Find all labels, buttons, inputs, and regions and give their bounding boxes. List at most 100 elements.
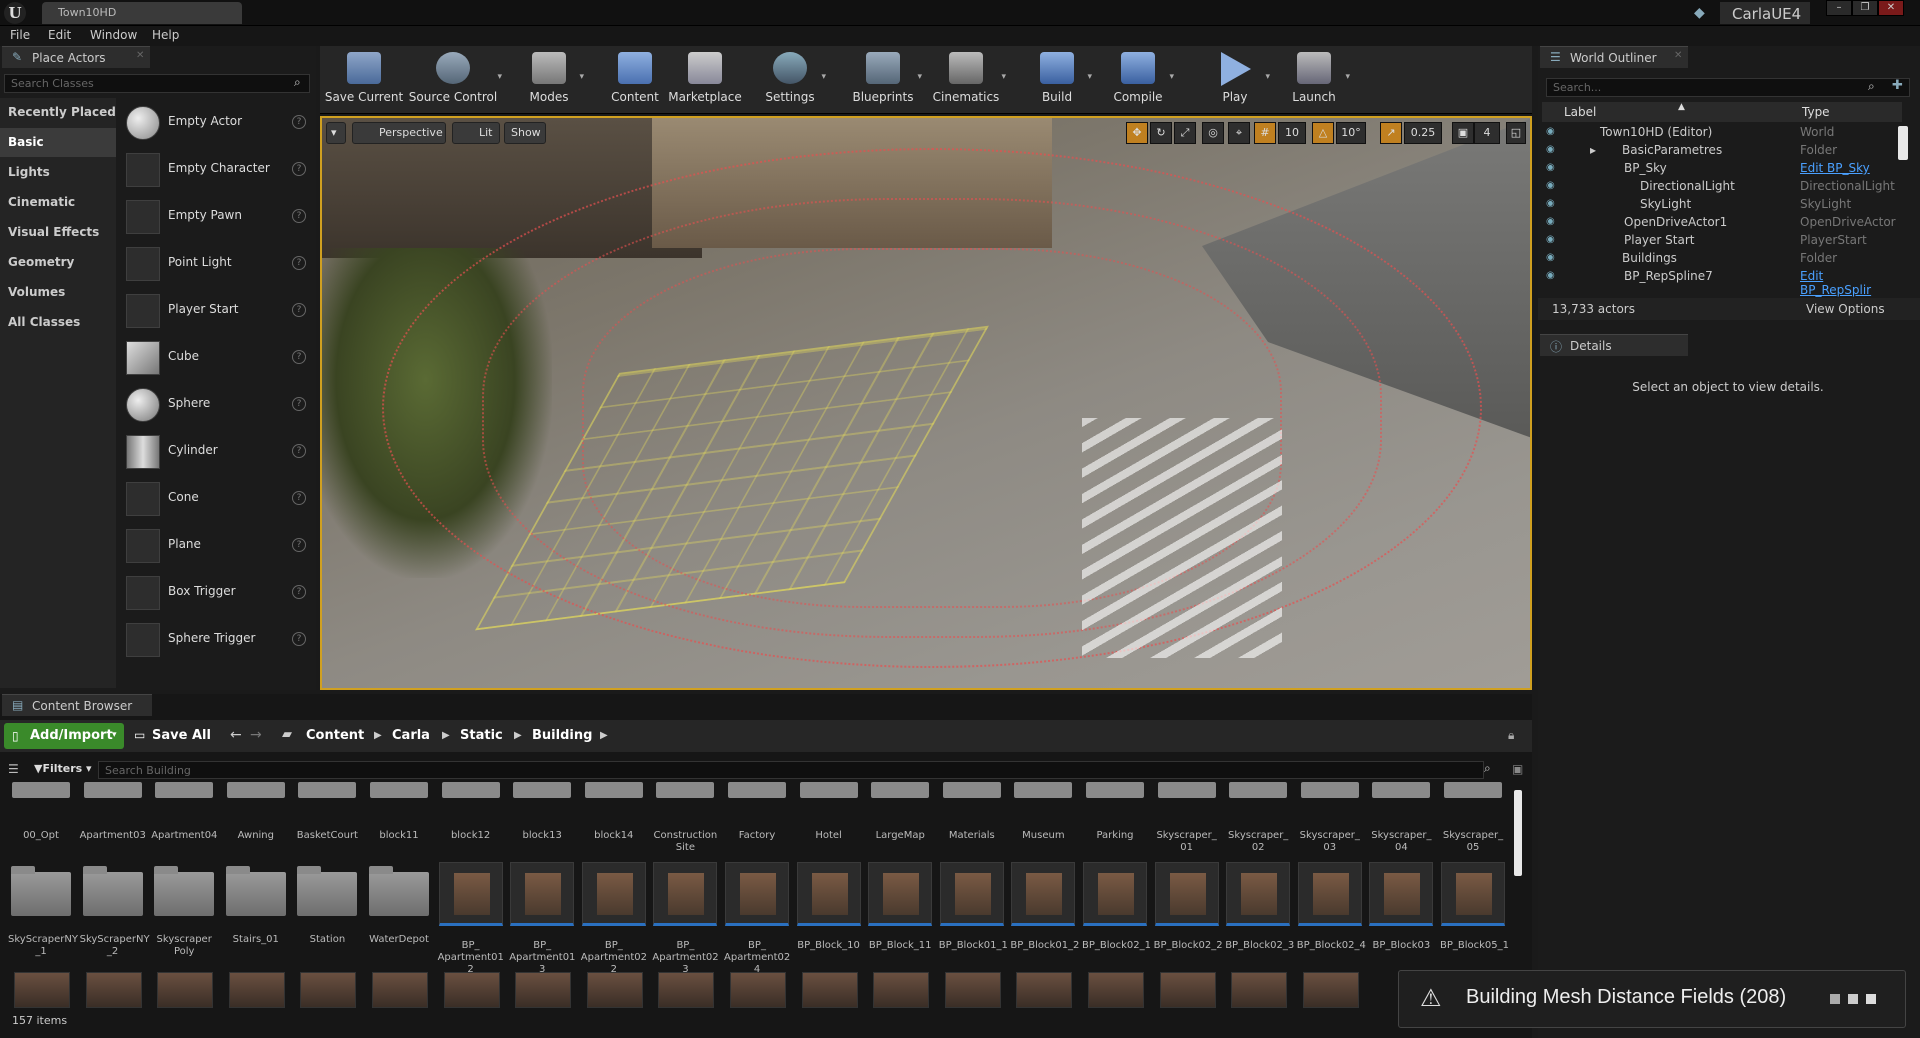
sources-toggle-icon[interactable]: ☰ (8, 762, 19, 776)
dropdown-icon[interactable]: ▾ (579, 72, 584, 82)
building-thumbnail-icon[interactable] (515, 972, 572, 1008)
scale-icon[interactable]: ⤢ (1174, 122, 1196, 144)
actor-item-player-start[interactable]: Player Start? (120, 288, 312, 334)
folder-tile[interactable]: Stairs_01 (223, 858, 289, 958)
help-icon[interactable]: ? (292, 538, 306, 552)
play-button[interactable]: Play ▾ (1202, 46, 1270, 110)
blueprint-asset-tile[interactable]: BP_ Apartment02 2 (581, 858, 647, 975)
outliner-row-directionallight[interactable]: ◉ DirectionalLight DirectionalLight (1542, 178, 1896, 196)
building-thumbnail-icon[interactable] (443, 972, 500, 1008)
asset-tile[interactable]: Skyscraper_ 02 (1225, 782, 1291, 853)
eye-icon[interactable]: ◉ (1546, 252, 1555, 263)
level-viewport[interactable] (320, 116, 1532, 690)
building-thumbnail-icon[interactable] (300, 972, 357, 1008)
blueprint-asset-tile[interactable]: BP_Block02_1 (1082, 858, 1151, 958)
asset-tile[interactable]: Parking (1082, 782, 1148, 848)
type-column-header[interactable]: Type (1802, 105, 1830, 119)
outliner-row-bp-repspline7[interactable]: ◉ BP_RepSpline7 Edit BP_RepSplir (1542, 268, 1896, 297)
breadcrumb-content[interactable]: Content (306, 728, 364, 743)
help-icon[interactable]: ? (292, 350, 306, 364)
asset-tile[interactable]: Apartment04 (151, 782, 217, 848)
edit-bp-repspline-link[interactable]: Edit BP_RepSplir (1800, 269, 1896, 297)
dropdown-icon[interactable]: ▾ (917, 72, 922, 82)
actor-item-cube[interactable]: Cube? (120, 335, 312, 381)
blueprint-asset-tile[interactable]: BP_Block01_2 (1010, 858, 1079, 958)
actor-item-sphere-trigger[interactable]: Sphere Trigger? (120, 617, 312, 663)
grid-snap-value[interactable]: 10 (1278, 122, 1306, 144)
help-icon[interactable]: ? (292, 397, 306, 411)
actor-item-point-light[interactable]: Point Light? (120, 241, 312, 287)
menu-window[interactable]: Window (90, 28, 137, 42)
add-import-button[interactable]: Add/Import (4, 723, 124, 749)
perspective-button[interactable]: Perspective (352, 122, 446, 144)
category-recently-placed[interactable]: Recently Placed (0, 98, 116, 127)
building-thumbnail-icon[interactable] (1016, 972, 1073, 1008)
lock-icon[interactable]: 🔒︎ (1508, 728, 1514, 743)
breadcrumb-carla[interactable]: Carla (392, 728, 430, 743)
help-icon[interactable]: ? (292, 256, 306, 270)
camera-speed-icon[interactable]: ▣ (1452, 122, 1474, 144)
outliner-row-basicparametres[interactable]: ◉ ▸ BasicParametres Folder (1542, 142, 1896, 160)
dropdown-icon[interactable]: ▾ (1345, 72, 1350, 82)
translate-icon[interactable]: ✥ (1126, 122, 1148, 144)
help-icon[interactable]: ? (292, 632, 306, 646)
asset-tile[interactable]: BasketCourt (294, 782, 360, 848)
eye-icon[interactable]: ◉ (1546, 144, 1555, 155)
dropdown-icon[interactable]: ▾ (1265, 72, 1270, 82)
dropdown-icon[interactable]: ▾ (1001, 72, 1006, 82)
asset-tile[interactable]: block11 (366, 782, 432, 848)
building-thumbnail-icon[interactable] (1302, 972, 1359, 1008)
building-thumbnail-icon[interactable] (1088, 972, 1144, 1008)
source-control-button[interactable]: Source Control ▾ (406, 46, 502, 110)
rotation-snap-icon[interactable]: △ (1312, 122, 1334, 144)
close-tab-icon[interactable]: ✕ (1674, 50, 1682, 61)
building-thumbnail-icon[interactable] (1231, 972, 1288, 1008)
building-thumbnail-icon[interactable] (14, 972, 70, 1008)
content-scrollbar[interactable] (1514, 790, 1522, 876)
outliner-row-opendriveactor1[interactable]: ◉ OpenDriveActor1 OpenDriveActor (1542, 214, 1896, 232)
blueprint-asset-tile[interactable]: BP_Block_10 (796, 858, 862, 958)
place-actors-tab[interactable]: ✎ Place Actors ✕ (2, 46, 150, 68)
edit-bp-sky-link[interactable]: Edit BP_Sky (1800, 161, 1870, 175)
grid-snap-icon[interactable]: # (1254, 122, 1276, 144)
lit-button[interactable]: Lit (452, 122, 500, 144)
asset-tile[interactable]: Skyscraper_ 03 (1297, 782, 1363, 853)
world-outliner-tab[interactable]: ☰ World Outliner ✕ (1540, 46, 1688, 68)
breadcrumb-static[interactable]: Static (460, 728, 503, 743)
blueprint-asset-tile[interactable]: BP_ Apartment01 2 (438, 858, 504, 975)
eye-icon[interactable]: ◉ (1546, 162, 1555, 173)
asset-tile[interactable]: Materials (939, 782, 1005, 848)
outliner-row-skylight[interactable]: ◉ SkyLight SkyLight (1542, 196, 1896, 214)
launch-button[interactable]: Launch ▾ (1280, 46, 1350, 110)
compile-button[interactable]: Compile ▾ (1104, 46, 1174, 110)
category-cinematic[interactable]: Cinematic (0, 188, 116, 217)
asset-tile[interactable]: Skyscraper_ 05 (1440, 782, 1506, 853)
blueprint-asset-tile[interactable]: BP_Block02_4 (1297, 858, 1366, 958)
building-thumbnail-icon[interactable] (228, 972, 285, 1008)
eye-icon[interactable]: ◉ (1546, 198, 1555, 209)
outliner-row-world[interactable]: ◉ Town10HD (Editor) World (1542, 124, 1896, 142)
label-column-header[interactable]: Label (1564, 105, 1596, 119)
maximize-button[interactable]: ❐ (1852, 0, 1878, 16)
save-search-icon[interactable]: ▣ (1512, 762, 1523, 776)
blueprint-asset-tile[interactable]: BP_Block_11 (867, 858, 933, 958)
folder-tile[interactable]: Station (294, 858, 360, 958)
add-actor-icon[interactable]: ✚ (1892, 78, 1903, 93)
camera-speed-value[interactable]: 4 (1474, 122, 1500, 144)
asset-tile[interactable]: Hotel (796, 782, 862, 848)
view-options-button[interactable]: View Options (1806, 302, 1885, 316)
rotate-icon[interactable]: ↻ (1150, 122, 1172, 144)
eye-icon[interactable]: ◉ (1546, 126, 1555, 137)
actor-item-empty-character[interactable]: Empty Character? (120, 147, 312, 193)
outliner-scrollbar[interactable] (1898, 126, 1908, 160)
blueprint-asset-tile[interactable]: BP_ Apartment02 4 (724, 858, 790, 975)
blueprint-asset-tile[interactable]: BP_Block03 (1368, 858, 1434, 958)
forward-icon[interactable]: → (250, 727, 262, 743)
chevron-right-icon[interactable]: ▶ (442, 730, 450, 741)
eye-icon[interactable]: ◉ (1546, 180, 1555, 191)
help-icon[interactable]: ? (292, 115, 306, 129)
menu-edit[interactable]: Edit (48, 28, 71, 42)
building-thumbnail-icon[interactable] (586, 972, 643, 1008)
folder-tile[interactable]: WaterDepot (366, 858, 432, 958)
dropdown-icon[interactable]: ▾ (1087, 72, 1092, 82)
